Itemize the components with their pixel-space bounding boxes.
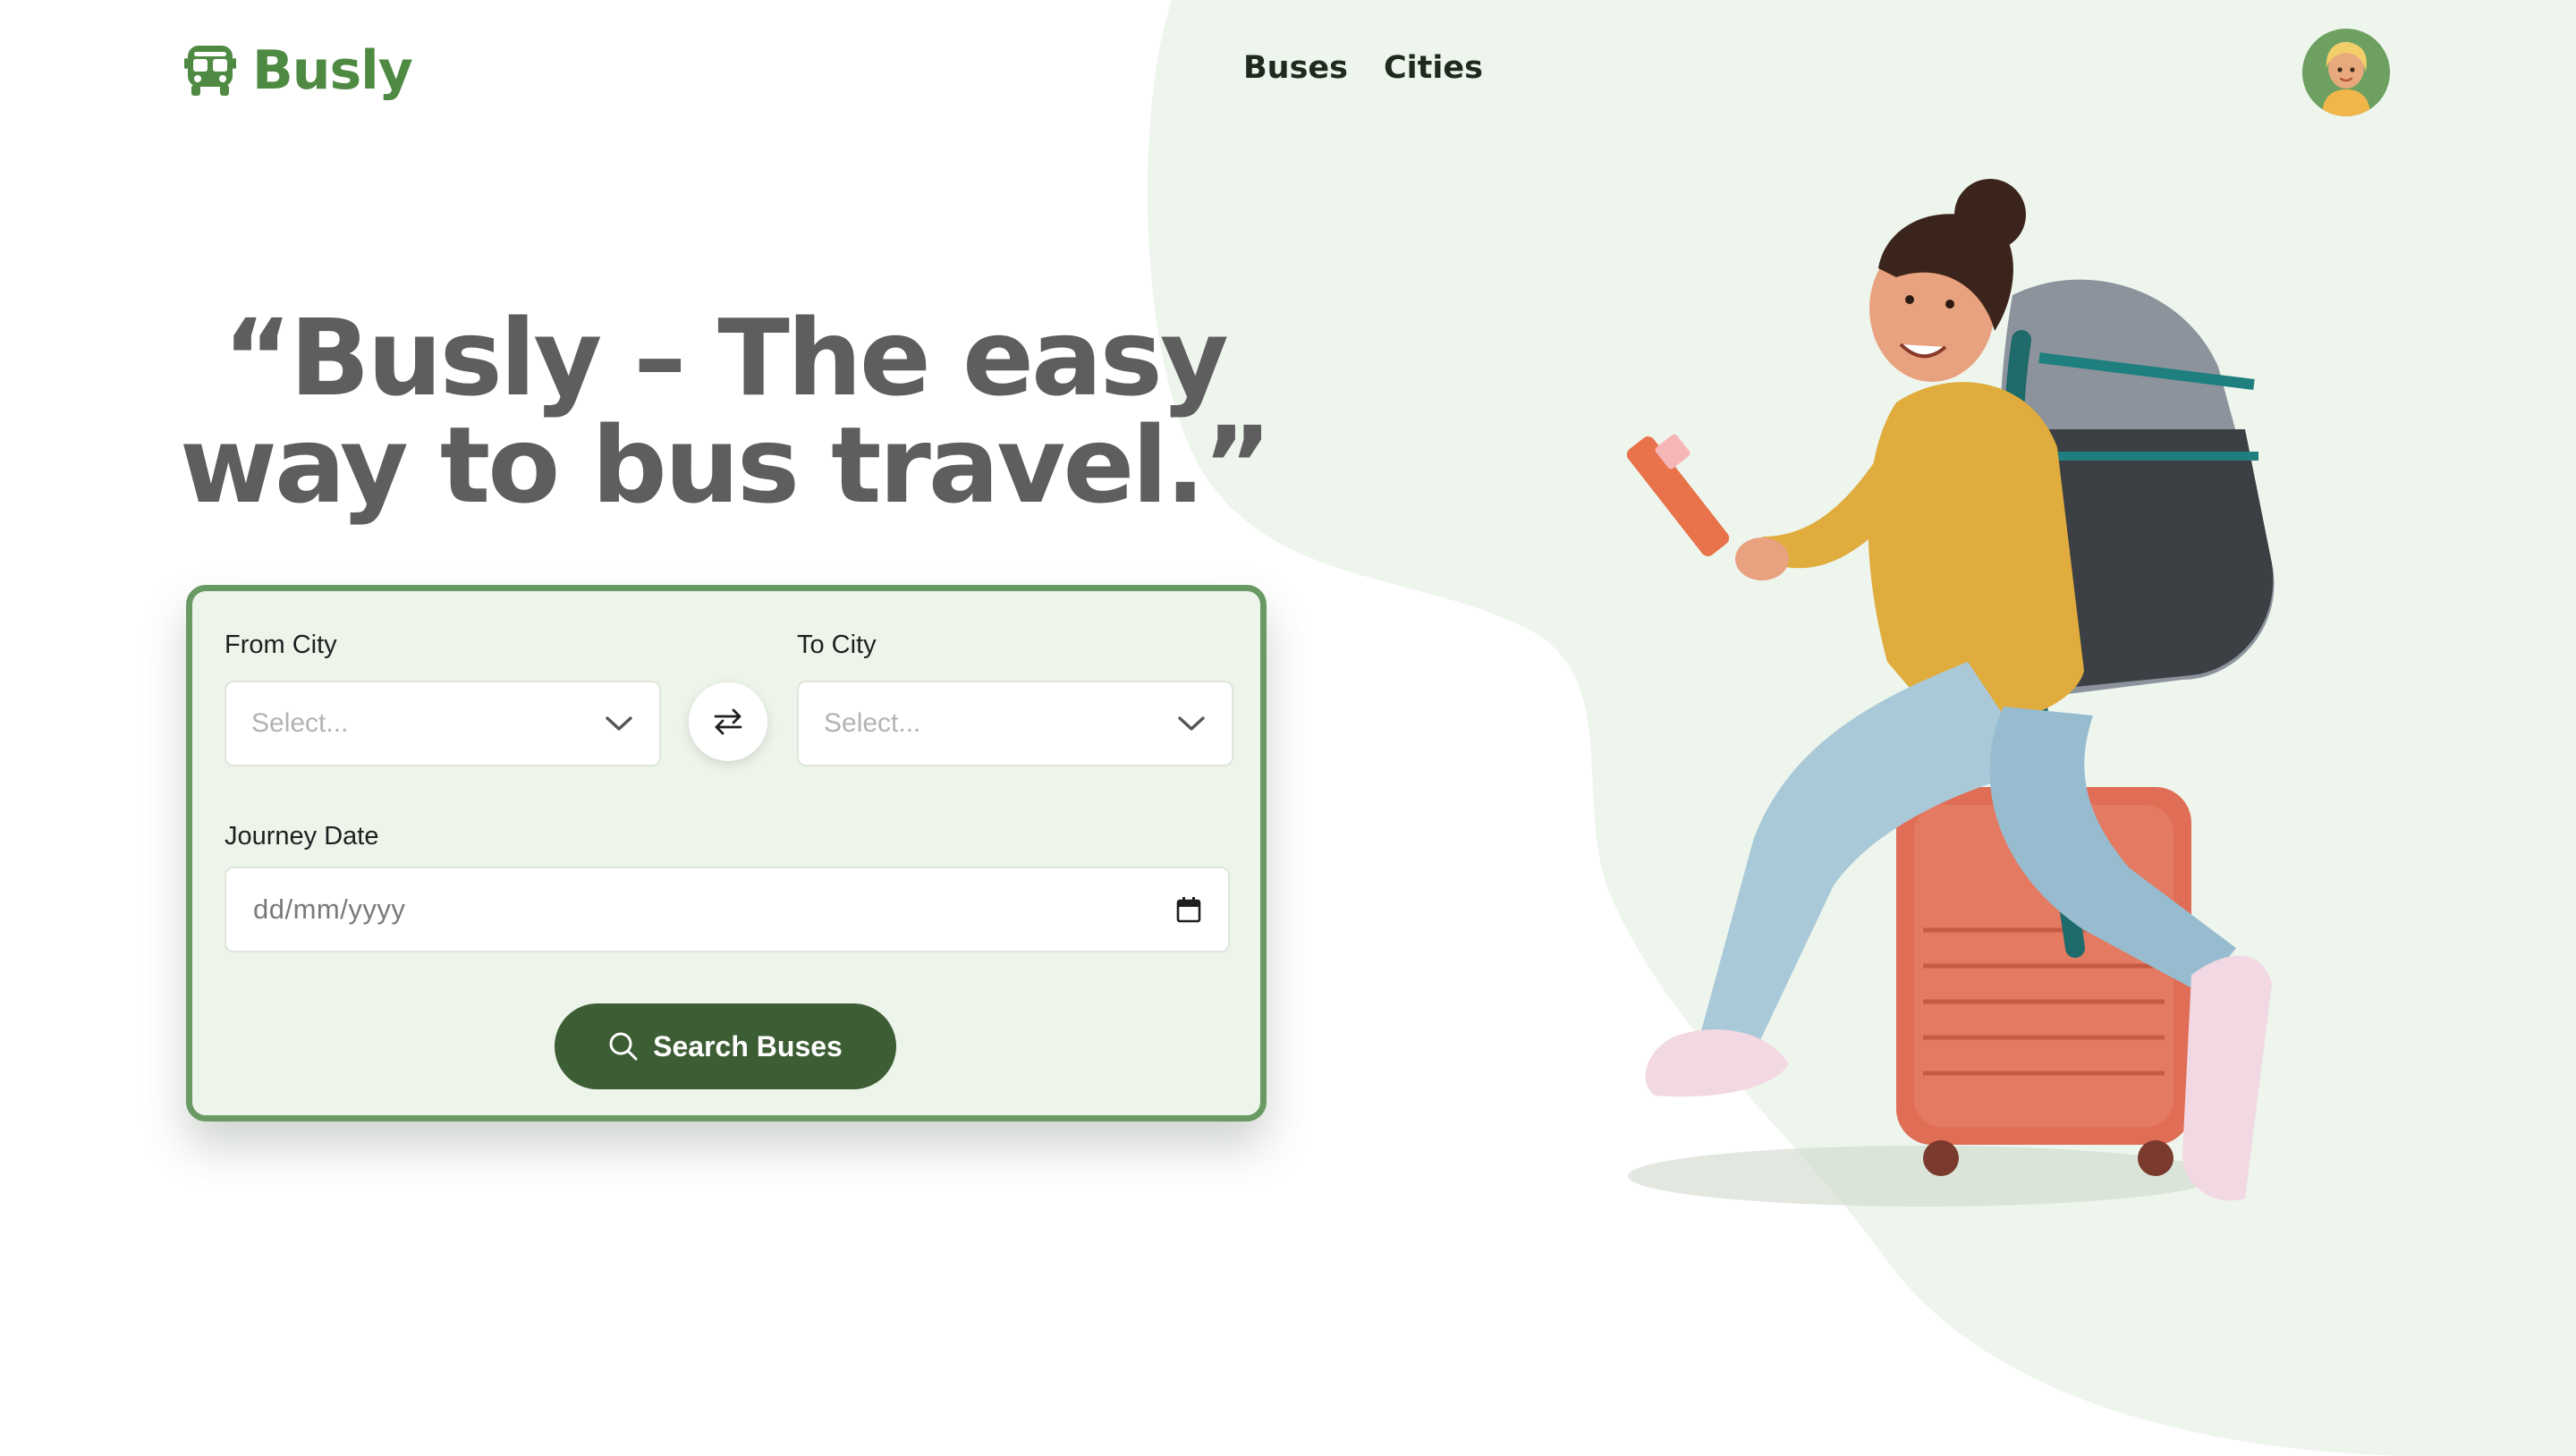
to-city-select[interactable]: Select...: [797, 681, 1233, 766]
from-city-select[interactable]: Select...: [225, 681, 661, 766]
journey-date-placeholder: dd/mm/yyyy: [253, 893, 406, 925]
calendar-icon[interactable]: [1176, 896, 1201, 923]
from-city-placeholder: Select...: [251, 708, 349, 738]
search-buses-label: Search Buses: [653, 1029, 843, 1062]
search-icon: [609, 1032, 638, 1061]
to-city-label: To City: [797, 631, 877, 659]
from-city-label: From City: [225, 631, 337, 659]
swap-arrows-icon: [714, 708, 742, 735]
nav-link-buses[interactable]: Buses: [1243, 50, 1348, 86]
chevron-down-icon: [1178, 716, 1205, 731]
swap-cities-button[interactable]: [689, 682, 767, 761]
avatar-illustration: [2302, 29, 2390, 116]
headline-line-1: “Busly – The easy: [223, 296, 1229, 419]
journey-date-label: Journey Date: [225, 822, 379, 851]
brand-logo[interactable]: Busly: [184, 39, 413, 102]
hero-headline: “Busly – The easy way to bus travel.”: [143, 304, 1306, 519]
search-card: From City Select... To City Select... Jo…: [186, 585, 1267, 1122]
headline-line-2: way to bus travel.”: [179, 403, 1272, 527]
nav-link-cities[interactable]: Cities: [1384, 50, 1483, 86]
chevron-down-icon: [606, 716, 632, 731]
traveler-illustration: [1626, 179, 2275, 1206]
bus-icon: [184, 46, 236, 96]
user-avatar[interactable]: [2302, 29, 2390, 116]
journey-date-input[interactable]: dd/mm/yyyy: [225, 867, 1230, 952]
search-buses-button[interactable]: Search Buses: [555, 1003, 896, 1089]
page: Busly Buses Cities “Busly – The easy way…: [0, 0, 2576, 1456]
to-city-placeholder: Select...: [824, 708, 921, 738]
main-nav: Buses Cities: [1243, 50, 1483, 86]
brand-name: Busly: [252, 39, 413, 102]
